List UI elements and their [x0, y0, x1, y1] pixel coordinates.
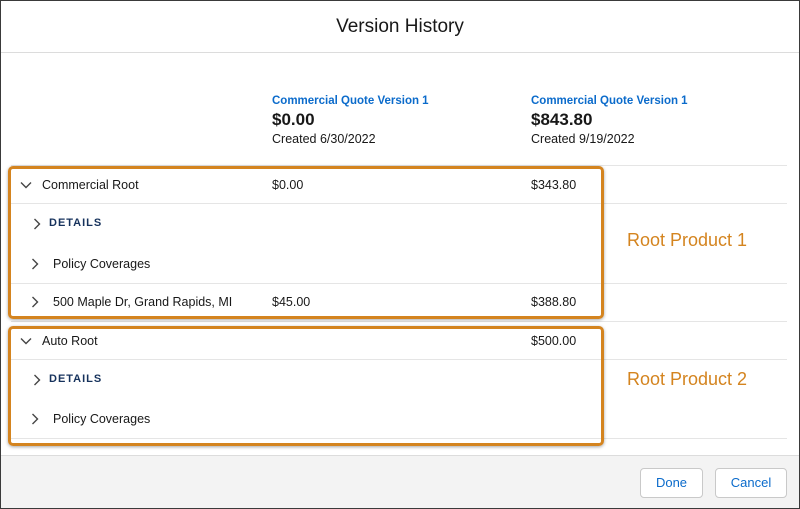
root-product-1-annotation: Root Product 1 [627, 230, 748, 250]
row-divider [11, 438, 787, 439]
modal-header: Version History [1, 1, 799, 53]
chevron-right-icon[interactable] [31, 374, 43, 386]
row-label: Auto Root [42, 334, 98, 348]
version-created-date: Created 6/30/2022 [272, 132, 376, 146]
modal-footer: Done Cancel [1, 455, 799, 508]
row-auto-policy-coverages[interactable]: Policy Coverages [11, 400, 787, 438]
row-value-version-2: $343.80 [531, 178, 577, 192]
done-button[interactable]: Done [640, 468, 703, 498]
version-total: $0.00 [272, 110, 315, 129]
version-column-header-1: Commercial Quote Version 1 $0.00 Created… [272, 95, 429, 146]
row-auto-root[interactable]: Auto Root $500.00 [11, 322, 787, 360]
row-value-version-2: $388.80 [531, 295, 577, 309]
row-label: Policy Coverages [53, 257, 151, 271]
details-label: DETAILS [49, 217, 103, 229]
version-history-modal: Version History Commercial Quote Version… [0, 0, 800, 509]
row-value-version-1: $45.00 [272, 295, 311, 309]
version-column-header-2: Commercial Quote Version 1 $843.80 Creat… [531, 95, 688, 146]
chevron-right-icon[interactable] [29, 258, 41, 270]
row-value-version-2: $500.00 [531, 334, 577, 348]
chevron-right-icon[interactable] [29, 413, 41, 425]
version-created-date: Created 9/19/2022 [531, 132, 635, 146]
version-total: $843.80 [531, 110, 593, 129]
row-value-version-1: $0.00 [272, 178, 304, 192]
row-label: Policy Coverages [53, 412, 151, 426]
chevron-down-icon[interactable] [20, 179, 32, 191]
chevron-right-icon[interactable] [29, 296, 41, 308]
root-product-2-annotation: Root Product 2 [627, 369, 748, 389]
row-commercial-root[interactable]: Commercial Root $0.00 $343.80 [11, 166, 787, 204]
version-name[interactable]: Commercial Quote Version 1 [272, 95, 429, 107]
chevron-right-icon[interactable] [31, 218, 43, 230]
chevron-down-icon[interactable] [20, 335, 32, 347]
cancel-button[interactable]: Cancel [715, 468, 787, 498]
modal-title: Version History [336, 16, 464, 37]
row-maple-location[interactable]: 500 Maple Dr, Grand Rapids, MI $45.00 $3… [11, 283, 787, 321]
row-label: 500 Maple Dr, Grand Rapids, MI [53, 295, 233, 309]
row-label: Commercial Root [42, 178, 139, 192]
version-name[interactable]: Commercial Quote Version 1 [531, 95, 688, 107]
details-label: DETAILS [49, 373, 103, 385]
